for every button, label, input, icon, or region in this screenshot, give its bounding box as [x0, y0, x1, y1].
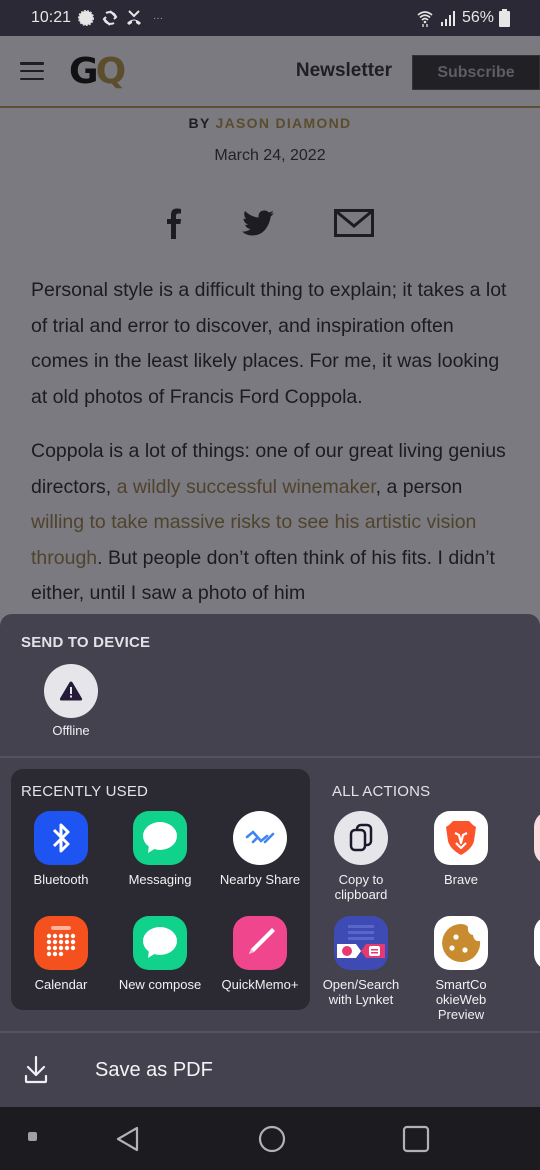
calendar-dot	[52, 939, 58, 945]
app-bluetooth[interactable]: Bluetooth	[13, 811, 109, 887]
article-body: Personal style is a difficult thing to e…	[0, 273, 540, 612]
partial-app-icon	[534, 811, 540, 865]
calendar-dot	[58, 945, 64, 951]
calendar-dot	[70, 945, 76, 951]
action-brave[interactable]: Brave	[413, 811, 509, 887]
divider	[0, 1031, 540, 1033]
calendar-dot	[64, 945, 70, 951]
app-nearby-share[interactable]: Nearby Share	[212, 811, 308, 887]
action-copy-to-clipboard[interactable]: Copy to clipboard	[313, 811, 409, 902]
recents-button[interactable]	[402, 1125, 430, 1153]
quickmemo-icon	[233, 916, 287, 970]
recently-used-panel: RECENTLY USED Bluetooth Messaging Nearby…	[11, 769, 310, 1010]
nearby-share-icon	[233, 811, 287, 865]
calendar-dot	[46, 945, 52, 951]
signal-messenger-icon	[78, 10, 95, 26]
partial-app-icon	[534, 916, 540, 970]
byline-prefix: BY	[188, 115, 211, 131]
status-time: 10:21	[31, 9, 72, 26]
article-paragraph: Coppola is a lot of things: one of our g…	[31, 440, 506, 604]
calendar-dot	[58, 951, 64, 957]
warning-icon	[59, 681, 83, 701]
calendar-dot	[64, 939, 70, 945]
dock-indicator[interactable]	[28, 1132, 37, 1141]
battery-icon	[499, 9, 510, 27]
smartcookie-icon	[434, 916, 488, 970]
lynket-icon	[334, 916, 388, 970]
home-button[interactable]	[257, 1124, 287, 1154]
share-sheet: SEND TO DEVICE Offline RECENTLY USED Blu…	[0, 614, 540, 1107]
author-link[interactable]: JASON DIAMOND	[216, 115, 352, 131]
hamburger-menu-icon[interactable]	[20, 62, 44, 80]
save-as-pdf-button[interactable]: Save as PDF	[0, 1034, 540, 1107]
subscribe-button[interactable]: Subscribe	[412, 55, 540, 90]
brave-icon	[434, 811, 488, 865]
new-compose-icon	[133, 916, 187, 970]
bluetooth-icon	[34, 811, 88, 865]
send-to-device-title: SEND TO DEVICE	[21, 634, 151, 651]
device-offline[interactable]: Offline	[44, 664, 98, 738]
email-icon[interactable]	[334, 209, 374, 237]
action-partial-app[interactable]: I	[513, 811, 540, 887]
gq-logo[interactable]: GQ	[69, 51, 126, 92]
missed-call-icon	[127, 10, 142, 25]
byline: BY JASON DIAMOND	[0, 115, 540, 131]
action-smartcookie[interactable]: SmartCo okieWeb Preview	[413, 916, 509, 1022]
calendar-dot	[70, 939, 76, 945]
winemaker-link[interactable]: a wildly successful winemaker	[117, 476, 376, 498]
calendar-dot	[46, 951, 52, 957]
site-header: GQ Newsletter Subscribe	[0, 36, 540, 108]
calendar-dot	[58, 939, 64, 945]
back-button[interactable]	[114, 1125, 142, 1153]
facebook-icon[interactable]	[166, 207, 182, 239]
app-quickmemo[interactable]: QuickMemo+	[212, 916, 308, 992]
status-bar: 10:21 ··· 56%	[0, 0, 540, 36]
calendar-dot	[46, 939, 52, 945]
web-page: GQ Newsletter Subscribe BY JASON DIAMOND…	[0, 36, 540, 636]
calendar-dot	[46, 933, 52, 939]
wifi-icon	[417, 11, 433, 27]
publish-date: March 24, 2022	[214, 147, 326, 164]
sync-icon	[102, 10, 118, 26]
battery-percent: 56%	[461, 9, 494, 26]
device-label: Offline	[52, 723, 90, 738]
divider	[0, 756, 540, 758]
download-icon	[24, 1056, 48, 1084]
action-partial-app[interactable]: Bo	[513, 916, 540, 992]
more-notifications-icon: ···	[153, 12, 164, 24]
calendar-dot	[70, 933, 76, 939]
app-new-compose[interactable]: New compose	[112, 916, 208, 992]
navigation-bar	[0, 1107, 540, 1170]
action-lynket[interactable]: Open/Search with Lynket	[313, 916, 409, 1007]
calendar-dot	[64, 933, 70, 939]
cell-signal-icon	[440, 11, 455, 26]
calendar-icon	[34, 916, 88, 970]
app-messaging[interactable]: Messaging	[112, 811, 208, 887]
article-paragraph: Personal style is a difficult thing to e…	[31, 279, 507, 408]
copy-icon	[334, 811, 388, 865]
calendar-dot	[52, 945, 58, 951]
calendar-dot	[58, 933, 64, 939]
calendar-dot	[52, 933, 58, 939]
app-calendar[interactable]: Calendar	[13, 916, 109, 992]
recently-used-title: RECENTLY USED	[21, 783, 149, 800]
save-as-pdf-label: Save as PDF	[95, 1059, 213, 1081]
twitter-icon[interactable]	[242, 210, 274, 236]
messaging-icon	[133, 811, 187, 865]
calendar-dot	[52, 951, 58, 957]
social-share-row	[0, 203, 540, 243]
device-avatar	[44, 664, 98, 718]
all-actions-title: ALL ACTIONS	[332, 783, 431, 800]
newsletter-link[interactable]: Newsletter	[296, 60, 392, 82]
